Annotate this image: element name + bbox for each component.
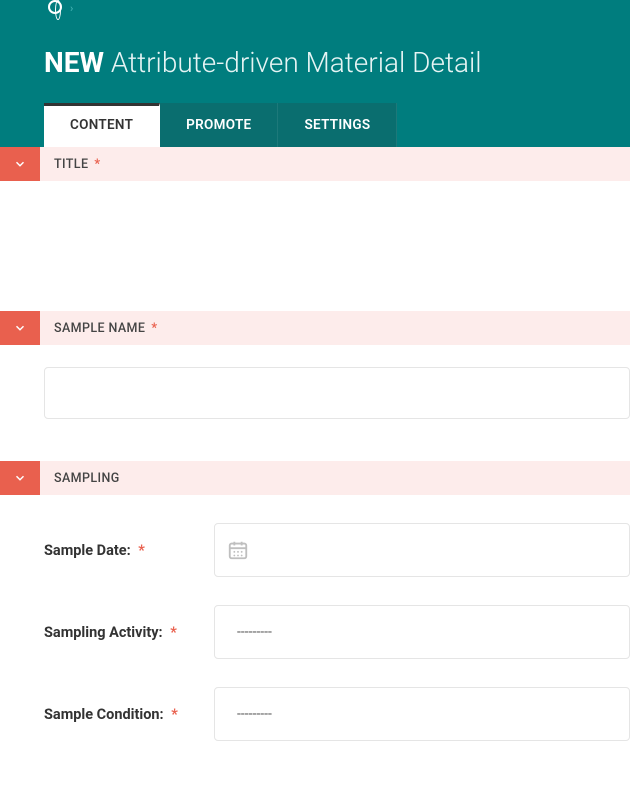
breadcrumb-strip: › (0, 0, 630, 18)
chevron-down-icon (13, 321, 27, 335)
label-text: Sample Condition: (44, 706, 164, 723)
label-sample-condition: Sample Condition: * (44, 706, 214, 723)
select-value: --------- (237, 624, 272, 640)
tab-settings[interactable]: SETTINGS (278, 103, 397, 147)
required-indicator: * (170, 624, 177, 641)
required-indicator: * (94, 157, 100, 172)
row-sample-date: Sample Date: * (44, 523, 630, 577)
label-sample-date: Sample Date: * (44, 542, 214, 559)
section-header-sample-name: SAMPLE NAME * (0, 311, 630, 345)
page-title-rest: Attribute-driven Material Detail (104, 46, 482, 79)
section-label-title: TITLE * (40, 147, 101, 181)
select-value: --------- (237, 706, 272, 722)
section-label-text: SAMPLING (54, 471, 120, 486)
section-label-text: TITLE (54, 157, 88, 172)
page-title-new: NEW (44, 46, 104, 79)
required-indicator: * (151, 321, 157, 336)
label-sampling-activity: Sampling Activity: * (44, 624, 214, 641)
label-text: Sample Date: (44, 542, 131, 559)
section-label-sample-name: SAMPLE NAME * (40, 311, 157, 345)
chevron-right-icon: › (70, 2, 73, 15)
section-label-sampling: SAMPLING (40, 461, 120, 495)
calendar-icon (227, 539, 249, 561)
sample-date-input[interactable] (214, 523, 630, 577)
collapse-toggle-sample-name[interactable] (0, 311, 40, 345)
row-sampling-activity: Sampling Activity: * --------- (44, 605, 630, 659)
section-header-title: TITLE * (0, 147, 630, 181)
required-indicator: * (171, 706, 178, 723)
tab-promote[interactable]: PROMOTE (160, 103, 278, 147)
sample-condition-select[interactable]: --------- (214, 687, 630, 741)
label-text: Sampling Activity: (44, 624, 163, 641)
row-sample-condition: Sample Condition: * --------- (44, 687, 630, 741)
sampling-activity-select[interactable]: --------- (214, 605, 630, 659)
chevron-down-icon (13, 471, 27, 485)
chevron-down-icon (13, 157, 27, 171)
globe-icon (48, 0, 62, 14)
tab-content[interactable]: CONTENT (44, 103, 160, 147)
collapse-toggle-sampling[interactable] (0, 461, 40, 495)
sample-name-body (0, 345, 630, 461)
tab-bar: CONTENT PROMOTE SETTINGS (44, 103, 630, 147)
page-title: NEW Attribute-driven Material Detail (44, 46, 630, 79)
collapse-toggle-title[interactable] (0, 147, 40, 181)
sample-name-input[interactable] (44, 367, 630, 419)
title-body-placeholder (0, 181, 630, 311)
sampling-body: Sample Date: * Sampling Activity: * (0, 495, 630, 779)
section-header-sampling: SAMPLING (0, 461, 630, 495)
page-header: NEW Attribute-driven Material Detail CON… (0, 18, 630, 147)
section-label-text: SAMPLE NAME (54, 321, 145, 336)
required-indicator: * (138, 542, 145, 559)
